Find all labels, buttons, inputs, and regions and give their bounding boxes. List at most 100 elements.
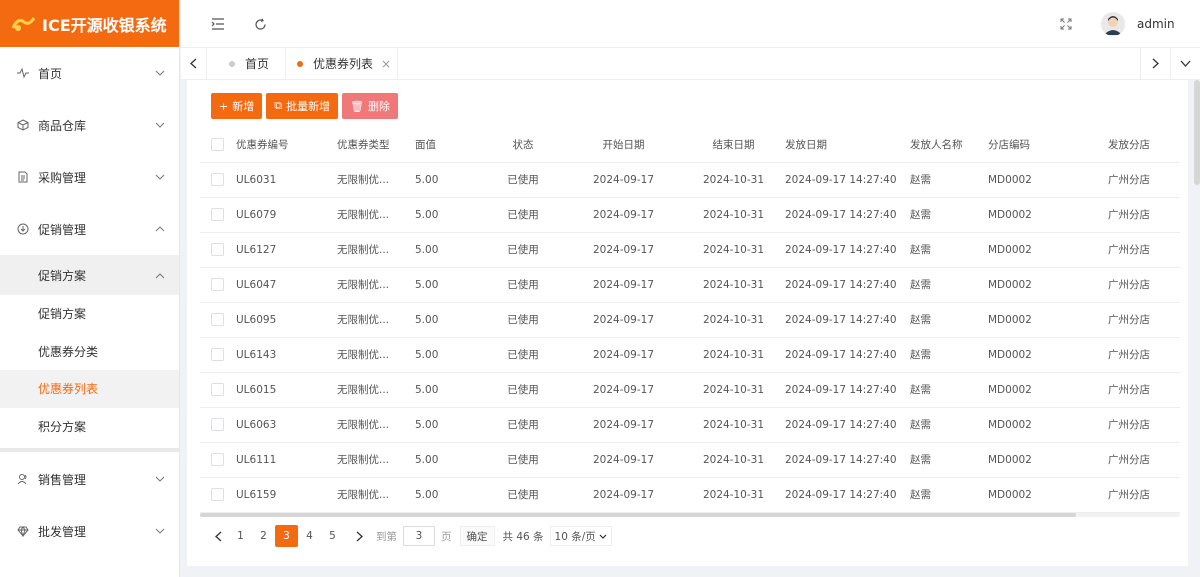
column-header[interactable]: 发放日期 bbox=[785, 128, 910, 163]
table-cell: 2024-09-17 bbox=[565, 337, 682, 373]
tab-home[interactable]: 首页 bbox=[229, 48, 269, 79]
row-checkbox[interactable] bbox=[211, 313, 224, 326]
tab-coupon-list[interactable]: 优惠券列表 × bbox=[297, 48, 391, 79]
tabs-more-chevron-down-icon[interactable] bbox=[1170, 48, 1200, 79]
table-row[interactable]: UL6127 无限制优... 5.00 已使用 2024-09-17 2024-10-31… bbox=[200, 232, 1180, 268]
row-checkbox[interactable] bbox=[211, 418, 224, 431]
menu-purchase-label: 采购管理 bbox=[38, 170, 87, 185]
document-icon bbox=[16, 170, 30, 184]
column-header[interactable]: 优惠券类型 bbox=[337, 128, 415, 163]
scrollbar-thumb[interactable] bbox=[200, 513, 1076, 517]
table-row[interactable]: UL6047 无限制优... 5.00 已使用 2024-09-17 2024-10-31… bbox=[200, 267, 1180, 303]
column-header[interactable]: 状态 bbox=[481, 128, 565, 163]
table-cell: 已使用 bbox=[481, 372, 565, 408]
row-checkbox[interactable] bbox=[211, 278, 224, 291]
batch-add-button[interactable]: ⧉ 批量新增 bbox=[266, 93, 339, 119]
select-all-checkbox[interactable] bbox=[211, 138, 224, 152]
menu-home[interactable]: 首页 bbox=[0, 47, 179, 99]
close-icon[interactable]: × bbox=[381, 57, 391, 71]
table-horizontal-scrollbar[interactable] bbox=[200, 513, 1180, 517]
column-header[interactable]: 分店编码 bbox=[988, 128, 1074, 163]
menu-purchase[interactable]: 采购管理 bbox=[0, 151, 179, 203]
goto-confirm-button[interactable]: 确定 bbox=[459, 526, 495, 546]
page-2[interactable]: 2 bbox=[252, 525, 275, 547]
table-cell: MD0002 bbox=[988, 442, 1074, 478]
row-checkbox[interactable] bbox=[211, 383, 224, 396]
chevron-down-icon bbox=[599, 530, 607, 542]
table-cell: 2024-09-17 bbox=[565, 162, 682, 198]
table-row[interactable]: UL6143 无限制优... 5.00 已使用 2024-09-17 2024-10-31… bbox=[200, 337, 1180, 373]
delete-button[interactable]: 🗑 删除 bbox=[342, 93, 399, 119]
table-cell: 广州分店 bbox=[1074, 337, 1180, 373]
table-cell: 赵需 bbox=[910, 267, 988, 303]
column-header[interactable]: 开始日期 bbox=[565, 128, 682, 163]
refresh-icon[interactable] bbox=[252, 16, 268, 32]
menu-fold-icon[interactable] bbox=[210, 16, 226, 32]
goto-page-input[interactable]: 3 bbox=[403, 526, 435, 546]
page-1[interactable]: 1 bbox=[229, 525, 252, 547]
table-cell: 2024-10-31 bbox=[682, 372, 785, 408]
sidebar-item-coupon-category[interactable]: 优惠券分类 bbox=[0, 333, 179, 371]
row-checkbox[interactable] bbox=[211, 243, 224, 256]
row-checkbox[interactable] bbox=[211, 488, 224, 501]
column-header[interactable]: 优惠券编号 bbox=[236, 128, 337, 163]
table-row[interactable]: UL6031 无限制优... 5.00 已使用 2024-09-17 2024-10-31… bbox=[200, 162, 1180, 198]
table-row[interactable]: UL6063 无限制优... 5.00 已使用 2024-09-17 2024-10-31… bbox=[200, 407, 1180, 443]
table-cell: UL6031 bbox=[236, 162, 337, 198]
add-button[interactable]: + 新增 bbox=[211, 93, 263, 119]
download-circle-icon bbox=[16, 222, 30, 236]
table-row[interactable]: UL6159 无限制优... 5.00 已使用 2024-09-17 2024-10-31… bbox=[200, 477, 1180, 513]
table-cell: 2024-09-17 14:27:40 bbox=[785, 197, 910, 233]
menu-wholesale[interactable]: 批发管理 bbox=[0, 505, 179, 557]
page-3-current[interactable]: 3 bbox=[275, 525, 298, 547]
table-row[interactable]: UL6095 无限制优... 5.00 已使用 2024-09-17 2024-10-31… bbox=[200, 302, 1180, 338]
page-4[interactable]: 4 bbox=[298, 525, 321, 547]
submenu-promotion-plan[interactable]: 促销方案 bbox=[0, 255, 179, 295]
next-page-icon[interactable] bbox=[348, 525, 370, 547]
page-5[interactable]: 5 bbox=[321, 525, 344, 547]
table-cell: UL6063 bbox=[236, 407, 337, 443]
tabs-scroll-left-icon[interactable] bbox=[181, 48, 207, 79]
table-cell: 赵需 bbox=[910, 197, 988, 233]
column-header[interactable]: 面值 bbox=[415, 128, 481, 163]
row-checkbox[interactable] bbox=[211, 173, 224, 186]
table-row[interactable]: UL6079 无限制优... 5.00 已使用 2024-09-17 2024-10-31… bbox=[200, 197, 1180, 233]
prev-page-icon[interactable] bbox=[207, 525, 229, 547]
table-cell: 2024-10-31 bbox=[682, 267, 785, 303]
menu-goods-warehouse[interactable]: 商品仓库 bbox=[0, 99, 179, 151]
table-cell: UL6111 bbox=[236, 442, 337, 478]
chevron-down-icon bbox=[155, 172, 165, 182]
sidebar-item-coupon-list[interactable]: 优惠券列表 bbox=[0, 370, 179, 408]
table-cell: 无限制优... bbox=[337, 162, 415, 198]
tabs-scroll-right-icon[interactable] bbox=[1140, 48, 1170, 79]
table-cell: UL6015 bbox=[236, 372, 337, 408]
sidebar-item-points-plan[interactable]: 积分方案 bbox=[0, 408, 179, 446]
table-cell: 无限制优... bbox=[337, 337, 415, 373]
avatar[interactable] bbox=[1101, 12, 1125, 36]
column-header[interactable]: 发放分店 bbox=[1074, 128, 1180, 163]
table-cell: 广州分店 bbox=[1074, 232, 1180, 268]
table-body: UL6031 无限制优... 5.00 已使用 2024-09-17 2024-10-31… bbox=[200, 162, 1180, 513]
app-logo[interactable]: ICE开源收银系统 bbox=[0, 0, 179, 47]
chevron-up-icon bbox=[155, 268, 165, 282]
menu-promotion[interactable]: 促销管理 bbox=[0, 203, 179, 255]
menu-sales[interactable]: 销售管理 bbox=[0, 453, 179, 505]
page-scrollbar[interactable] bbox=[1194, 80, 1200, 185]
fullscreen-icon[interactable] bbox=[1058, 16, 1074, 32]
column-header[interactable]: 发放人名称 bbox=[910, 128, 988, 163]
table-cell: 5.00 bbox=[415, 337, 481, 373]
row-checkbox[interactable] bbox=[211, 208, 224, 221]
coupon-table: 优惠券编号 优惠券类型 面值 状态 开始日期 结束日期 发放日期 发放人名称 分… bbox=[200, 128, 1180, 513]
table-row[interactable]: UL6015 无限制优... 5.00 已使用 2024-09-17 2024-10-31… bbox=[200, 372, 1180, 408]
table-cell: 5.00 bbox=[415, 407, 481, 443]
username[interactable]: admin bbox=[1137, 17, 1175, 31]
table-cell: 2024-09-17 14:27:40 bbox=[785, 232, 910, 268]
row-checkbox[interactable] bbox=[211, 348, 224, 361]
page-size-select[interactable]: 10 条/页 bbox=[549, 526, 612, 546]
sidebar-item-promotion-plan[interactable]: 促销方案 bbox=[0, 295, 179, 333]
table-cell: 5.00 bbox=[415, 267, 481, 303]
row-checkbox[interactable] bbox=[211, 453, 224, 466]
users-icon bbox=[16, 472, 30, 486]
table-row[interactable]: UL6111 无限制优... 5.00 已使用 2024-09-17 2024-10-31… bbox=[200, 442, 1180, 478]
column-header[interactable]: 结束日期 bbox=[682, 128, 785, 163]
